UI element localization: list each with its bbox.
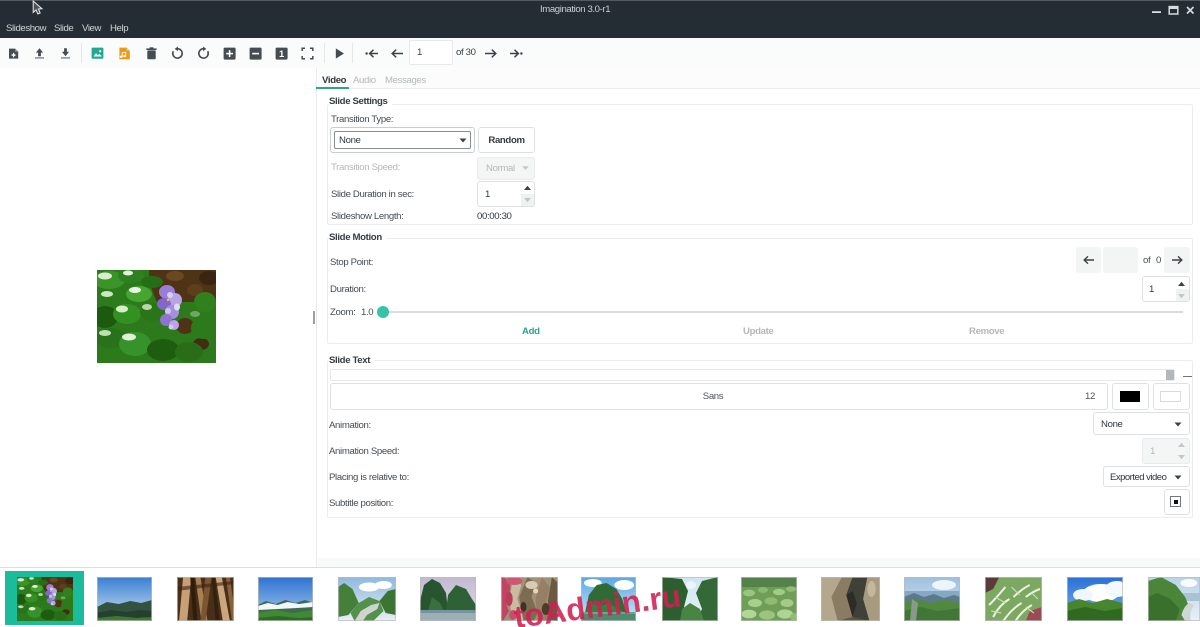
svg-text:1: 1 xyxy=(279,49,285,60)
